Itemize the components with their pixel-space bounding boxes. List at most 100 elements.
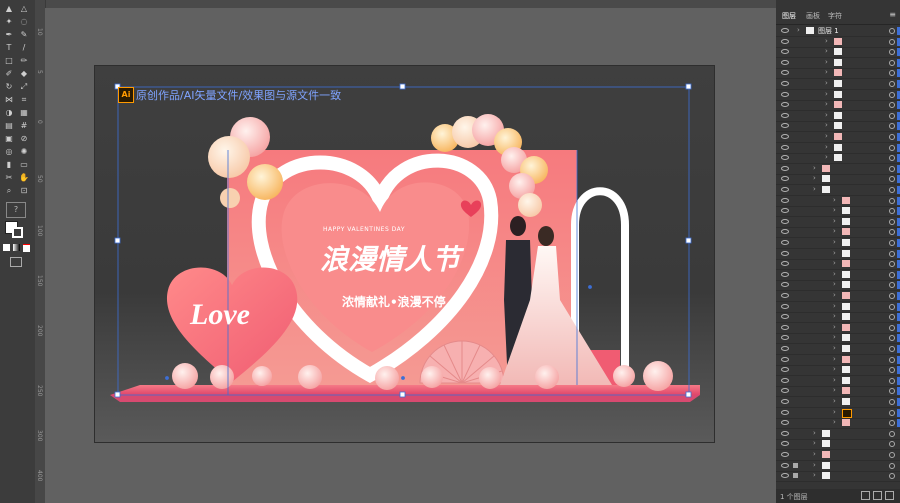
- layer-row[interactable]: ›: [776, 386, 900, 398]
- visibility-eye-icon[interactable]: [781, 38, 789, 44]
- expand-arrow-icon[interactable]: ›: [813, 461, 816, 469]
- layer-row[interactable]: ›: [776, 90, 900, 101]
- expand-arrow-icon[interactable]: ›: [825, 153, 828, 161]
- target-circle-icon[interactable]: [889, 176, 895, 183]
- layer-row[interactable]: ›: [776, 111, 900, 122]
- layer-row[interactable]: ›: [776, 291, 900, 302]
- visibility-eye-icon[interactable]: [781, 377, 789, 383]
- layer-row[interactable]: ›: [776, 164, 900, 175]
- layer-row[interactable]: ›: [776, 312, 900, 324]
- expand-arrow-icon[interactable]: ›: [833, 227, 836, 235]
- visibility-eye-icon[interactable]: [781, 208, 789, 214]
- visibility-eye-icon[interactable]: [781, 187, 789, 192]
- visibility-eye-icon[interactable]: [781, 112, 789, 118]
- tab-layers[interactable]: 图层: [782, 11, 796, 21]
- layer-row[interactable]: ›: [776, 238, 900, 249]
- expand-arrow-icon[interactable]: ›: [833, 397, 836, 405]
- target-circle-icon[interactable]: [889, 409, 895, 416]
- visibility-eye-icon[interactable]: [781, 197, 789, 203]
- target-circle-icon[interactable]: [889, 112, 895, 119]
- visibility-eye-icon[interactable]: [781, 102, 789, 108]
- expand-arrow-icon[interactable]: ›: [833, 291, 836, 299]
- visibility-eye-icon[interactable]: [781, 473, 789, 479]
- visibility-eye-icon[interactable]: [781, 430, 789, 436]
- target-circle-icon[interactable]: [889, 102, 895, 109]
- layer-row[interactable]: ›: [776, 121, 900, 133]
- visibility-eye-icon[interactable]: [781, 176, 789, 182]
- target-circle-icon[interactable]: [889, 335, 895, 342]
- expand-arrow-icon[interactable]: ›: [833, 249, 836, 257]
- target-circle-icon[interactable]: [889, 197, 895, 204]
- visibility-eye-icon[interactable]: [781, 356, 789, 362]
- expand-arrow-icon[interactable]: ›: [825, 58, 828, 66]
- layer-row[interactable]: ›: [776, 376, 900, 387]
- visibility-eye-icon[interactable]: [781, 49, 789, 55]
- target-circle-icon[interactable]: [889, 473, 895, 480]
- expand-arrow-icon[interactable]: ›: [813, 164, 816, 172]
- tab-artboards[interactable]: 画板: [806, 11, 820, 21]
- expand-arrow-icon[interactable]: ›: [825, 111, 828, 119]
- visibility-eye-icon[interactable]: [781, 324, 789, 330]
- target-circle-icon[interactable]: [889, 240, 895, 246]
- target-circle-icon[interactable]: [889, 293, 895, 299]
- layer-row[interactable]: ›: [776, 100, 900, 112]
- layer-row[interactable]: ›: [776, 355, 900, 366]
- layer-row[interactable]: ›: [776, 47, 900, 59]
- expand-arrow-icon[interactable]: ›: [813, 429, 816, 437]
- target-circle-icon[interactable]: [889, 430, 895, 437]
- target-circle-icon[interactable]: [889, 388, 895, 395]
- target-circle-icon[interactable]: [889, 346, 895, 352]
- expand-arrow-icon[interactable]: ›: [825, 47, 828, 55]
- target-circle-icon[interactable]: [889, 59, 895, 66]
- target-circle-icon[interactable]: [889, 250, 895, 257]
- expand-arrow-icon[interactable]: ›: [833, 238, 836, 246]
- layer-row[interactable]: ›: [776, 132, 900, 143]
- target-circle-icon[interactable]: [889, 367, 895, 374]
- target-circle-icon[interactable]: [889, 81, 895, 87]
- visibility-eye-icon[interactable]: [781, 134, 789, 139]
- visibility-eye-icon[interactable]: [781, 399, 789, 404]
- visibility-eye-icon[interactable]: [781, 420, 789, 426]
- expand-arrow-icon[interactable]: ›: [825, 68, 828, 76]
- target-circle-icon[interactable]: [889, 38, 895, 45]
- layer-row[interactable]: ›: [776, 68, 900, 80]
- expand-arrow-icon[interactable]: ›: [833, 386, 836, 394]
- target-circle-icon[interactable]: [889, 187, 895, 193]
- target-circle-icon[interactable]: [889, 441, 895, 448]
- layer-row[interactable]: ›: [776, 471, 900, 483]
- visibility-eye-icon[interactable]: [781, 293, 789, 298]
- expand-arrow-icon[interactable]: ›: [813, 471, 816, 479]
- layer-row[interactable]: ›: [776, 439, 900, 451]
- expand-arrow-icon[interactable]: ›: [813, 174, 816, 182]
- layer-row[interactable]: ›: [776, 323, 900, 334]
- target-circle-icon[interactable]: [889, 282, 895, 289]
- target-circle-icon[interactable]: [889, 356, 895, 363]
- delete-layer-icon[interactable]: [885, 491, 894, 500]
- visibility-eye-icon[interactable]: [781, 81, 789, 86]
- expand-arrow-icon[interactable]: ›: [833, 270, 836, 278]
- target-circle-icon[interactable]: [889, 303, 895, 310]
- target-circle-icon[interactable]: [889, 70, 895, 77]
- layer-row[interactable]: ›: [776, 143, 900, 154]
- target-circle-icon[interactable]: [889, 208, 895, 215]
- visibility-eye-icon[interactable]: [781, 335, 789, 341]
- expand-arrow-icon[interactable]: ›: [833, 217, 836, 225]
- expand-arrow-icon[interactable]: ›: [825, 143, 828, 151]
- layer-row[interactable]: ›: [776, 408, 900, 419]
- layer-row[interactable]: ›: [776, 58, 900, 69]
- layer-name[interactable]: 图层 1: [818, 26, 839, 36]
- expand-arrow-icon[interactable]: ›: [813, 185, 816, 193]
- visibility-eye-icon[interactable]: [781, 271, 789, 277]
- new-layer-icon[interactable]: [873, 491, 882, 500]
- visibility-eye-icon[interactable]: [781, 409, 789, 415]
- expand-arrow-icon[interactable]: ›: [833, 333, 836, 341]
- target-circle-icon[interactable]: [889, 420, 895, 427]
- layer-row[interactable]: ›: [776, 365, 900, 377]
- visibility-eye-icon[interactable]: [781, 303, 789, 309]
- target-circle-icon[interactable]: [889, 324, 895, 331]
- lock-icon[interactable]: [793, 473, 798, 479]
- visibility-eye-icon[interactable]: [781, 229, 789, 235]
- layer-row[interactable]: ›: [776, 259, 900, 271]
- expand-arrow-icon[interactable]: ›: [825, 100, 828, 108]
- visibility-eye-icon[interactable]: [781, 346, 789, 351]
